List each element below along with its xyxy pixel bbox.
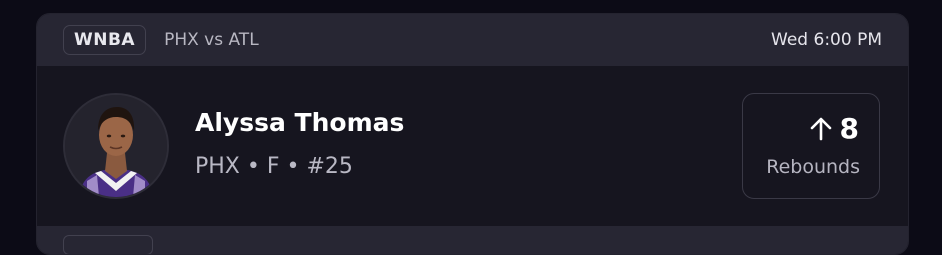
player-meta: PHX • F • #25 bbox=[195, 154, 353, 179]
stat-value: 8 bbox=[839, 112, 859, 145]
card-header: WNBA PHX vs ATL Wed 6:00 PM bbox=[37, 14, 908, 66]
player-name: Alyssa Thomas bbox=[195, 108, 405, 137]
player-headshot-icon bbox=[65, 95, 167, 197]
next-league-badge bbox=[63, 235, 153, 254]
player-avatar bbox=[63, 93, 169, 199]
game-time: Wed 6:00 PM bbox=[771, 30, 882, 50]
next-card-header bbox=[37, 226, 908, 254]
stat-pick-button[interactable]: 8 Rebounds bbox=[742, 93, 880, 199]
league-badge: WNBA bbox=[63, 25, 147, 55]
stat-value-row: 8 bbox=[810, 114, 859, 144]
arrow-up-icon bbox=[810, 117, 831, 141]
stat-label: Rebounds bbox=[766, 156, 860, 178]
card-body: Alyssa Thomas PHX • F • #25 8 Rebounds bbox=[37, 66, 908, 226]
matchup-label: PHX vs ATL bbox=[164, 30, 259, 50]
pick-card[interactable]: WNBA PHX vs ATL Wed 6:00 PM Alyssa Thoma… bbox=[36, 13, 909, 255]
